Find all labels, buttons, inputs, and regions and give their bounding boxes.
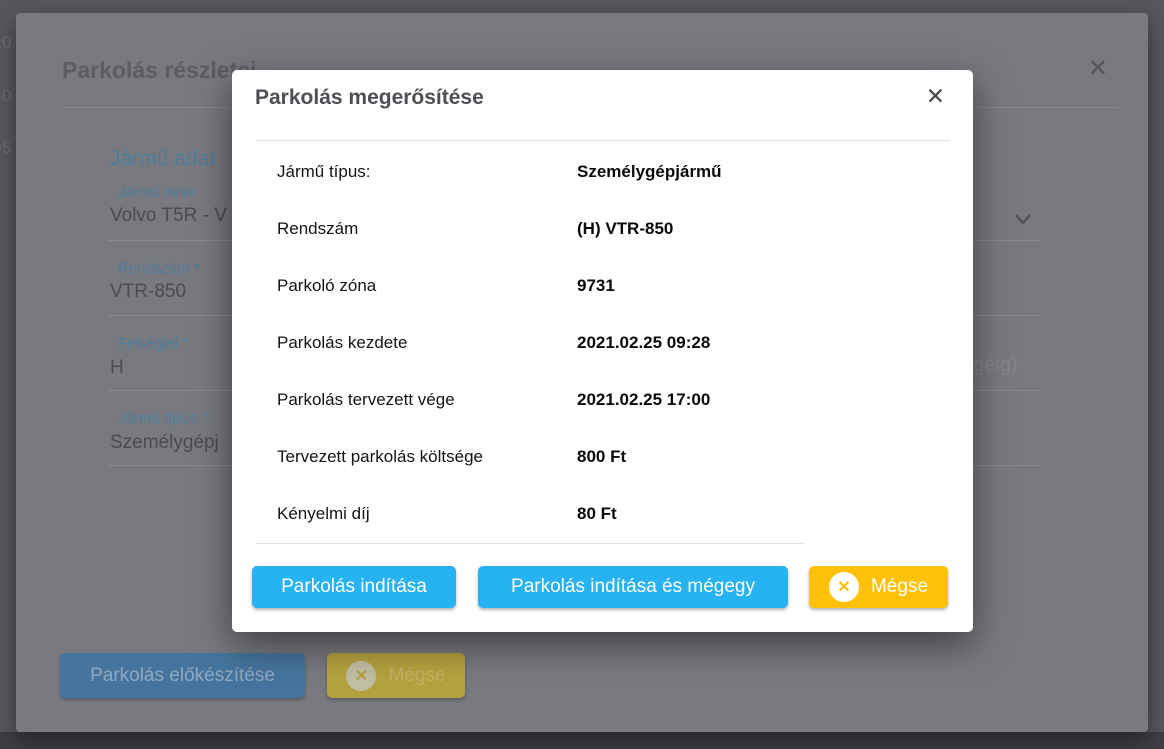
row-value: 9731 [577, 276, 615, 296]
close-icon[interactable]: ✕ [926, 85, 945, 108]
vehicle-type-label: Jármű típus: * [118, 410, 211, 427]
row-plate: Rendszám (H) VTR-850 [232, 200, 973, 257]
cancel-x-icon: ✕ [346, 661, 376, 691]
row-value: 2021.02.25 17:00 [577, 390, 710, 410]
row-value: (H) VTR-850 [577, 219, 673, 239]
background-number: 50 [0, 86, 14, 106]
row-vehicle-type: Jármű típus: Személygépjármű [232, 143, 973, 200]
plate-input[interactable]: VTR-850 [110, 281, 186, 303]
row-convenience-fee: Kényelmi díj 80 Ft [232, 485, 973, 542]
vehicle-name-value[interactable]: Volvo T5R - V [110, 205, 227, 227]
divider [255, 543, 805, 544]
background-number: 20 [0, 33, 14, 53]
cancel-button[interactable]: ✕ Mégse [809, 566, 948, 608]
row-label: Parkolás tervezett vége [277, 390, 577, 410]
row-label: Kényelmi díj [277, 504, 577, 524]
row-label: Rendszám [277, 219, 577, 239]
row-start-time: Parkolás kezdete 2021.02.25 09:28 [232, 314, 973, 371]
start-parking-button[interactable]: Parkolás indítása [252, 566, 456, 608]
confirmation-modal-title: Parkolás megerősítése [255, 86, 484, 110]
cancel-button[interactable]: ✕ Mégse [327, 653, 465, 698]
divider [255, 140, 950, 141]
row-label: Tervezett parkolás költsége [277, 447, 577, 467]
row-label: Parkolás kezdete [277, 333, 577, 353]
details-modal-buttons: Parkolás előkészítése ✕ Mégse [60, 653, 465, 698]
cancel-x-icon: ✕ [829, 572, 859, 602]
vehicle-name-label: Jármű neve [118, 184, 196, 201]
row-value: 800 Ft [577, 447, 626, 467]
row-value: 2021.02.25 09:28 [577, 333, 710, 353]
row-label: Parkoló zóna [277, 276, 577, 296]
row-label: Jármű típus: [277, 162, 577, 182]
country-code-label: Felségjel * [118, 335, 188, 352]
parking-confirmation-modal: Parkolás megerősítése ✕ Jármű típus: Sze… [232, 70, 973, 632]
row-zone: Parkoló zóna 9731 [232, 257, 973, 314]
vehicle-data-section-title: Jármű adat [110, 147, 215, 171]
confirmation-buttons: Parkolás indítása Parkolás indítása és m… [252, 566, 953, 608]
confirmation-rows: Jármű típus: Személygépjármű Rendszám (H… [232, 143, 973, 542]
row-planned-end: Parkolás tervezett vége 2021.02.25 17:00 [232, 371, 973, 428]
country-code-input[interactable]: H [110, 357, 124, 379]
details-modal-title: Parkolás részletei [62, 57, 256, 84]
background-number: 05 [0, 138, 14, 158]
close-icon[interactable]: ✕ [1088, 57, 1108, 81]
cancel-button-label: Mégse [871, 576, 928, 598]
prepare-parking-button[interactable]: Parkolás előkészítése [60, 653, 305, 698]
backdrop-bottom-band [0, 732, 1164, 749]
chevron-down-icon[interactable] [1012, 208, 1034, 230]
plate-label: Rendszám * [118, 260, 200, 277]
cancel-button-label: Mégse [388, 665, 445, 687]
vehicle-type-value[interactable]: Személygépj [110, 432, 219, 454]
row-planned-cost: Tervezett parkolás költsége 800 Ft [232, 428, 973, 485]
row-value: 80 Ft [577, 504, 617, 524]
row-value: Személygépjármű [577, 162, 722, 182]
start-parking-and-another-button[interactable]: Parkolás indítása és mégegy [478, 566, 788, 608]
